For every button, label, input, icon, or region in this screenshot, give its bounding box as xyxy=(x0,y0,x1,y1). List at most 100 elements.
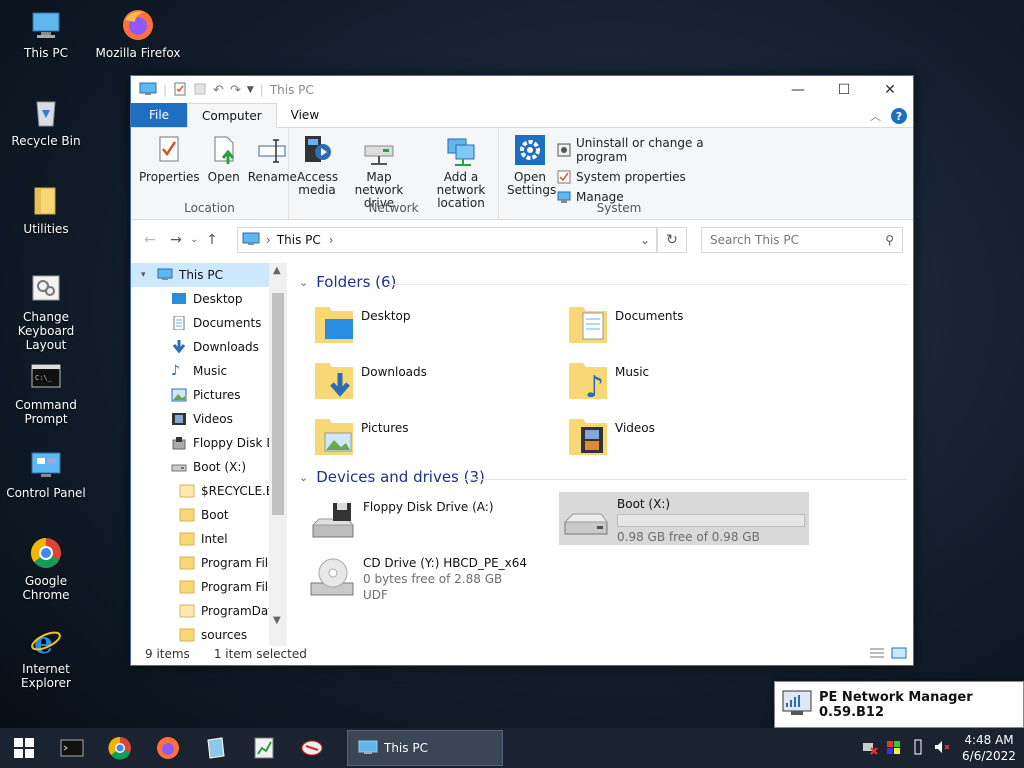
folder-music[interactable]: ♪ Music xyxy=(567,359,649,405)
taskbar-partition-tool[interactable] xyxy=(288,728,336,768)
taskbar-firefox[interactable] xyxy=(144,728,192,768)
ribbon: Properties Open Rename Location Access m… xyxy=(131,128,913,220)
system-tray: 4:48 AM 6/6/2022 xyxy=(858,728,1024,768)
nav-item-program-files-x86[interactable]: Program Files xyxy=(131,575,287,599)
chevron-down-icon[interactable]: ⌄ xyxy=(299,471,308,484)
nav-item-downloads[interactable]: Downloads xyxy=(131,335,287,359)
nav-item-boot-folder[interactable]: Boot xyxy=(131,503,287,527)
taskbar-window-this-pc[interactable]: This PC xyxy=(347,730,503,766)
devices-group-header[interactable]: ⌄ Devices and drives (3) xyxy=(299,468,485,486)
desktop-icon-recycle-bin[interactable]: Recycle Bin xyxy=(0,96,92,148)
address-dropdown-icon[interactable]: ⌄ xyxy=(640,233,650,247)
folder-downloads[interactable]: Downloads xyxy=(313,359,427,403)
back-button[interactable]: ← xyxy=(139,232,161,248)
refresh-button[interactable]: ↻ xyxy=(657,227,687,253)
scroll-down-icon[interactable]: ▼ xyxy=(273,615,281,626)
media-icon xyxy=(301,134,333,168)
nav-item-desktop[interactable]: Desktop xyxy=(131,287,287,311)
search-box[interactable]: Search This PC ⚲ xyxy=(701,227,903,253)
drive-cd[interactable]: CD Drive (Y:) HBCD_PE_x64 0 bytes free o… xyxy=(309,555,609,603)
scrollbar-thumb[interactable] xyxy=(272,293,284,515)
desktop-icon-control-panel[interactable]: Control Panel xyxy=(0,448,92,500)
tab-computer[interactable]: Computer xyxy=(187,103,277,128)
chevron-down-icon[interactable]: ⌄ xyxy=(299,276,308,289)
start-button[interactable] xyxy=(0,728,48,768)
desktop-icon-internet-explorer[interactable]: e Internet Explorer xyxy=(0,624,92,690)
new-folder-small-icon[interactable] xyxy=(193,82,207,99)
nav-item-music[interactable]: ♪ Music xyxy=(131,359,287,383)
desktop-icon-keyboard-layout[interactable]: Change Keyboard Layout xyxy=(0,272,92,352)
desktop-icon-command-prompt[interactable]: C:\_ Command Prompt xyxy=(0,360,92,426)
chevron-down-icon[interactable]: ▾ xyxy=(141,270,157,280)
folder-pictures[interactable]: Pictures xyxy=(313,415,409,459)
redo-icon[interactable]: ↷ xyxy=(230,83,241,98)
undo-icon[interactable]: ↶ xyxy=(213,83,224,98)
folder-icon xyxy=(29,184,63,218)
desktop-icon-label: Change Keyboard Layout xyxy=(17,310,75,352)
hard-drive-icon xyxy=(563,496,611,540)
nav-item-recycle-bin-folder[interactable]: $RECYCLE.BIN xyxy=(131,479,287,503)
uninstall-program-button[interactable]: Uninstall or change a program xyxy=(557,136,735,164)
scroll-up-icon[interactable]: ▲ xyxy=(273,265,281,276)
display-tray-icon[interactable] xyxy=(882,739,906,758)
volume-muted-icon[interactable] xyxy=(930,739,954,758)
nav-item-programdata[interactable]: ProgramData xyxy=(131,599,287,623)
desktop-icon-utilities[interactable]: Utilities xyxy=(0,184,92,236)
customize-toolbar-icon[interactable]: ▼ xyxy=(247,85,254,95)
usb-tray-icon[interactable] xyxy=(906,739,930,758)
desktop-icon-chrome[interactable]: Google Chrome xyxy=(0,536,92,602)
nav-item-documents[interactable]: Documents xyxy=(131,311,287,335)
taskbar-command-prompt[interactable] xyxy=(48,728,96,768)
minimize-button[interactable]: — xyxy=(775,76,821,104)
folders-group-header[interactable]: ⌄ Folders (6) xyxy=(299,273,396,291)
notepad-icon xyxy=(207,737,225,759)
maximize-button[interactable]: ☐ xyxy=(821,76,867,104)
collapse-ribbon-icon[interactable]: ︿ xyxy=(870,108,881,124)
nav-item-videos[interactable]: Videos xyxy=(131,407,287,431)
nav-item-floppy[interactable]: Floppy Disk Dri xyxy=(131,431,287,455)
network-tray-icon[interactable] xyxy=(858,739,882,758)
nav-item-intel[interactable]: Intel xyxy=(131,527,287,551)
properties-small-icon[interactable] xyxy=(173,82,187,99)
details-view-icon[interactable] xyxy=(869,647,885,662)
taskbar-clock[interactable]: 4:48 AM 6/6/2022 xyxy=(954,732,1024,764)
folder-videos[interactable]: Videos xyxy=(567,415,655,459)
recent-locations-button[interactable]: ⌄ xyxy=(187,235,201,245)
desktop-icon-this-pc[interactable]: This PC xyxy=(0,8,92,60)
taskbar-system-monitor[interactable] xyxy=(240,728,288,768)
drive-boot[interactable]: Boot (X:) 0.98 GB free of 0.98 GB xyxy=(559,492,809,545)
folder-desktop[interactable]: Desktop xyxy=(313,303,411,347)
nav-item-pictures[interactable]: Pictures xyxy=(131,383,287,407)
large-icons-view-icon[interactable] xyxy=(891,647,907,662)
nav-pane-scrollbar[interactable]: ▲ ▼ xyxy=(269,263,287,646)
taskbar-chrome[interactable] xyxy=(96,728,144,768)
terminal-icon: C:\_ xyxy=(29,360,63,394)
taskbar-explorer-app[interactable] xyxy=(192,728,240,768)
nav-item-program-files[interactable]: Program Files xyxy=(131,551,287,575)
pe-network-manager-popup[interactable]: PE Network Manager 0.59.B12 xyxy=(774,681,1024,728)
tab-view[interactable]: View xyxy=(277,103,333,127)
desktop-icon-label: Recycle Bin xyxy=(11,134,81,148)
up-button[interactable]: ↑ xyxy=(201,232,223,248)
close-button[interactable]: ✕ xyxy=(867,76,913,104)
desktop-folder-icon xyxy=(171,292,187,306)
breadcrumb-this-pc[interactable]: This PC xyxy=(277,233,321,247)
folder-icon xyxy=(179,604,195,618)
nav-item-boot-drive[interactable]: Boot (X:) xyxy=(131,455,287,479)
music-folder-icon: ♪ xyxy=(567,359,609,405)
cd-drive-icon xyxy=(309,555,357,599)
desktop-icon-firefox[interactable]: Mozilla Firefox xyxy=(92,8,184,60)
tab-file[interactable]: File xyxy=(131,103,187,127)
nav-item-this-pc[interactable]: ▾ This PC xyxy=(131,263,287,287)
downloads-folder-icon xyxy=(313,359,355,403)
ribbon-group-system: Open Settings Uninstall or change a prog… xyxy=(499,128,739,219)
system-properties-button[interactable]: System properties xyxy=(557,170,735,184)
forward-button[interactable]: → xyxy=(165,232,187,248)
help-icon[interactable]: ? xyxy=(891,108,907,124)
folder-documents[interactable]: Documents xyxy=(567,303,683,347)
taskbar: This PC 4:48 AM 6/6/2022 xyxy=(0,728,1024,768)
search-input[interactable]: Search This PC xyxy=(710,233,799,247)
address-bar[interactable]: › This PC › ⌄ xyxy=(237,227,657,253)
drive-floppy[interactable]: Floppy Disk Drive (A:) xyxy=(309,499,549,543)
drive-usage-bar xyxy=(617,514,805,527)
